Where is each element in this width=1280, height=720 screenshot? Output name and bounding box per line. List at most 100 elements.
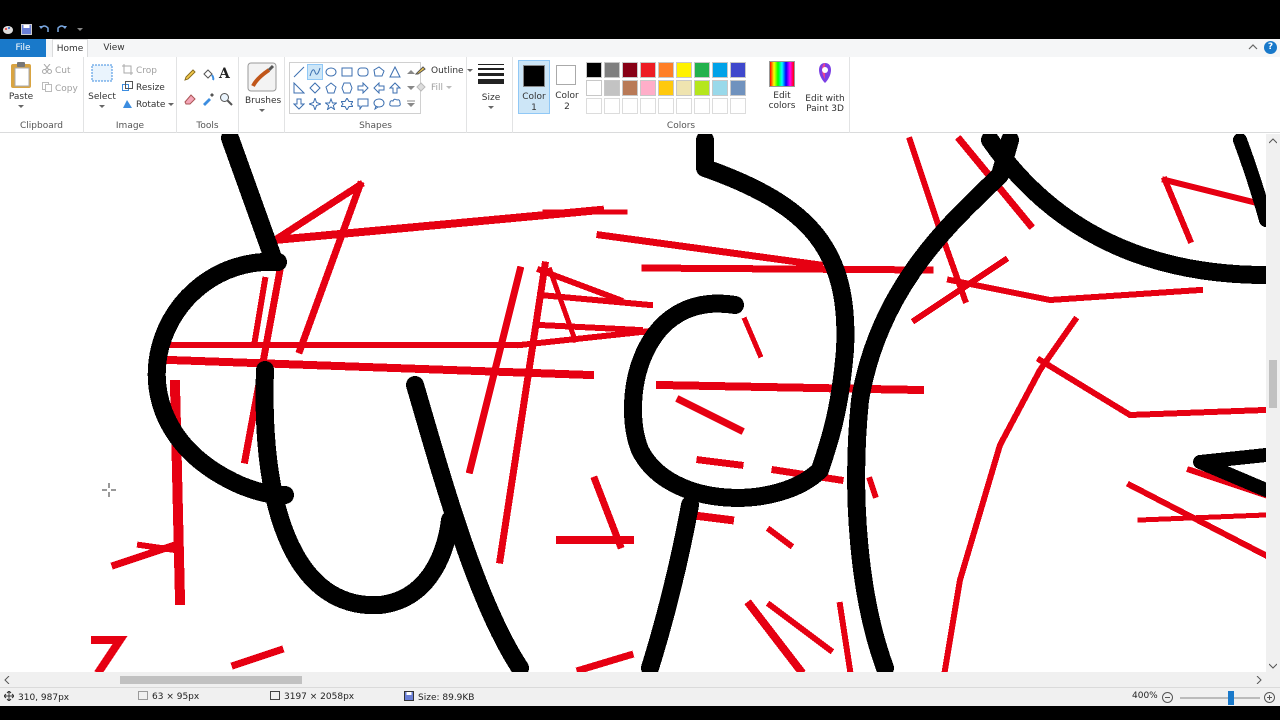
- oval-callout-shape-icon[interactable]: [371, 96, 387, 112]
- horizontal-scrollbar[interactable]: [0, 672, 1266, 687]
- rotate-button[interactable]: Rotate: [122, 98, 175, 112]
- line-shape-icon[interactable]: [291, 64, 307, 80]
- four-point-star-shape-icon[interactable]: [307, 96, 323, 112]
- polygon-shape-icon[interactable]: [371, 64, 387, 80]
- cloud-callout-shape-icon[interactable]: [387, 96, 403, 112]
- left-arrow-shape-icon[interactable]: [371, 80, 387, 96]
- rectangle-shape-icon[interactable]: [339, 64, 355, 80]
- color-swatch[interactable]: [658, 62, 674, 78]
- zoom-slider-thumb[interactable]: [1228, 691, 1234, 705]
- custom-color-slot[interactable]: [640, 98, 656, 114]
- redo-icon[interactable]: [56, 23, 68, 35]
- color-swatch[interactable]: [622, 80, 638, 96]
- edit-colors-button[interactable]: Edit colors: [765, 61, 799, 111]
- color-swatch[interactable]: [622, 62, 638, 78]
- scroll-left-arrow-icon[interactable]: [4, 675, 10, 687]
- color-swatch[interactable]: [712, 62, 728, 78]
- color-swatch[interactable]: [586, 62, 602, 78]
- undo-icon[interactable]: [38, 23, 50, 35]
- image-group-label: Image: [115, 121, 145, 131]
- up-arrow-shape-icon[interactable]: [387, 80, 403, 96]
- paste-button[interactable]: Paste: [6, 61, 36, 113]
- diamond-shape-icon[interactable]: [307, 80, 323, 96]
- color-swatch[interactable]: [694, 62, 710, 78]
- cut-button[interactable]: Cut: [42, 63, 71, 77]
- select-button[interactable]: Select: [88, 63, 116, 108]
- color-swatch[interactable]: [640, 80, 656, 96]
- tab-file[interactable]: File: [0, 39, 46, 57]
- color-swatch[interactable]: [730, 62, 746, 78]
- title-bar: [0, 0, 1280, 39]
- custom-color-slot[interactable]: [694, 98, 710, 114]
- scroll-up-arrow-icon[interactable]: [1268, 137, 1278, 147]
- color-swatch[interactable]: [712, 80, 728, 96]
- color-swatch[interactable]: [658, 80, 674, 96]
- oval-shape-icon[interactable]: [323, 64, 339, 80]
- custom-color-slot[interactable]: [712, 98, 728, 114]
- tab-view[interactable]: View: [96, 39, 132, 57]
- color-swatch[interactable]: [694, 80, 710, 96]
- paint-app-icon[interactable]: [2, 23, 14, 35]
- scroll-down-arrow-icon[interactable]: [1268, 662, 1278, 672]
- pencil-icon[interactable]: [183, 68, 197, 85]
- pentagon-shape-icon[interactable]: [323, 80, 339, 96]
- right-arrow-shape-icon[interactable]: [355, 80, 371, 96]
- crop-button[interactable]: Crop: [122, 64, 157, 78]
- color1-button[interactable]: Color 1: [518, 60, 550, 114]
- zoom-out-icon[interactable]: [1162, 692, 1173, 706]
- collapse-ribbon-icon[interactable]: [1248, 42, 1258, 52]
- color-swatch[interactable]: [676, 62, 692, 78]
- selection-size-text: 63 × 95px: [152, 692, 200, 702]
- tab-home[interactable]: Home: [52, 39, 88, 57]
- rounded-rectangle-shape-icon[interactable]: [355, 64, 371, 80]
- resize-button[interactable]: Resize: [122, 81, 165, 95]
- color2-button[interactable]: Color 2: [552, 60, 582, 114]
- color-swatch[interactable]: [586, 80, 602, 96]
- help-button[interactable]: ?: [1264, 41, 1277, 54]
- more-shapes-icon[interactable]: [403, 96, 419, 112]
- color-swatch[interactable]: [730, 80, 746, 96]
- custom-color-slot[interactable]: [604, 98, 620, 114]
- copy-button[interactable]: Copy: [42, 82, 78, 95]
- vertical-scrollbar[interactable]: [1266, 134, 1280, 672]
- six-point-star-shape-icon[interactable]: [339, 96, 355, 112]
- brushes-button[interactable]: Brushes: [245, 62, 281, 112]
- color2-label: Color: [555, 91, 579, 101]
- fill-button[interactable]: Fill: [415, 81, 453, 95]
- text-icon[interactable]: A: [219, 66, 230, 82]
- save-icon[interactable]: [20, 23, 32, 35]
- color-swatch[interactable]: [604, 62, 620, 78]
- five-point-star-shape-icon[interactable]: [323, 96, 339, 112]
- custom-color-slot[interactable]: [586, 98, 602, 114]
- triangle-shape-icon[interactable]: [387, 64, 403, 80]
- color-swatch[interactable]: [676, 80, 692, 96]
- custom-color-slot[interactable]: [676, 98, 692, 114]
- fill-bucket-icon[interactable]: [201, 68, 215, 85]
- zoom-in-icon[interactable]: [1264, 692, 1275, 706]
- custom-color-slot[interactable]: [658, 98, 674, 114]
- file-size-text: Size: 89.9KB: [418, 692, 475, 703]
- edit-with-paint3d-button[interactable]: Edit with Paint 3D: [805, 61, 845, 114]
- size-button[interactable]: Size: [475, 63, 507, 109]
- zoom-slider[interactable]: [1180, 691, 1260, 705]
- magnifier-icon[interactable]: [219, 92, 233, 109]
- down-arrow-shape-icon[interactable]: [291, 96, 307, 112]
- customize-qat-icon[interactable]: [74, 23, 86, 35]
- custom-color-slot[interactable]: [730, 98, 746, 114]
- custom-color-slot[interactable]: [622, 98, 638, 114]
- vertical-scroll-thumb[interactable]: [1269, 360, 1277, 408]
- canvas-drawing: [91, 134, 1266, 672]
- color-swatch[interactable]: [604, 80, 620, 96]
- color-swatch[interactable]: [640, 62, 656, 78]
- horizontal-scroll-thumb[interactable]: [120, 676, 302, 684]
- scroll-right-arrow-icon[interactable]: [1256, 675, 1262, 687]
- outline-button[interactable]: Outline: [414, 64, 473, 78]
- rect-callout-shape-icon[interactable]: [355, 96, 371, 112]
- right-triangle-shape-icon[interactable]: [291, 80, 307, 96]
- eraser-icon[interactable]: [183, 92, 197, 109]
- hexagon-shape-icon[interactable]: [339, 80, 355, 96]
- drawing-canvas[interactable]: [0, 134, 1266, 672]
- crop-label: Crop: [136, 66, 158, 76]
- curve-shape-icon[interactable]: [307, 64, 323, 80]
- color-picker-icon[interactable]: [201, 92, 215, 109]
